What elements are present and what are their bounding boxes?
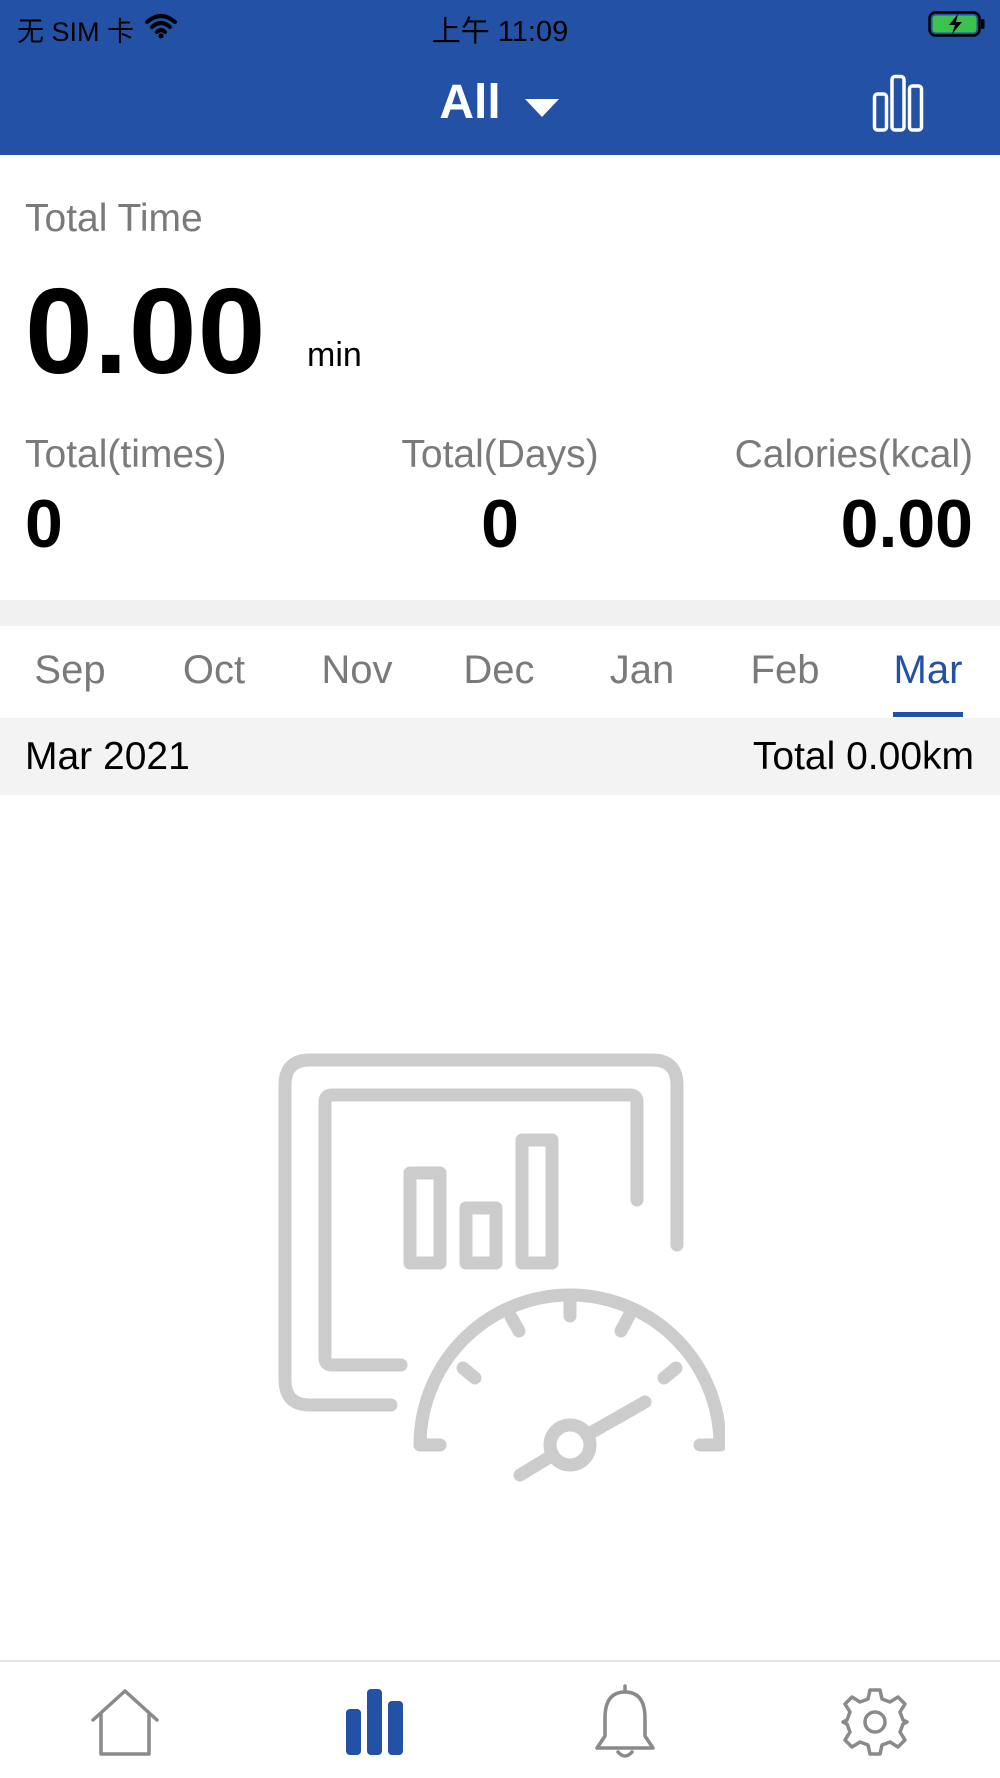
activity-filter-dropdown[interactable]: All	[0, 74, 1000, 131]
month-tabs: Sep Oct Nov Dec Jan Feb Mar	[0, 626, 1000, 718]
stat-calories: Calories(kcal) 0.00	[735, 433, 973, 563]
no-data-speedometer-chart-icon	[275, 1050, 727, 1495]
gear-icon	[841, 1688, 909, 1756]
month-tab-feb[interactable]: Feb	[730, 648, 840, 693]
bar-chart-icon	[346, 1689, 403, 1755]
status-bar: 无 SIM 卡 上午 11:09	[0, 0, 1000, 50]
month-tab-nov[interactable]: Nov	[302, 648, 412, 693]
stat-total-times: Total(times) 0	[25, 433, 227, 563]
period-label: Mar 2021	[25, 735, 190, 778]
total-time-unit: min	[307, 336, 362, 374]
caret-down-icon	[523, 76, 561, 131]
stat-label: Total(times)	[25, 433, 227, 476]
selected-month-indicator	[893, 712, 963, 717]
month-tab-jan[interactable]: Jan	[587, 648, 697, 693]
tab-settings[interactable]	[837, 1684, 913, 1760]
month-tab-oct[interactable]: Oct	[159, 648, 269, 693]
bell-icon	[595, 1684, 655, 1758]
status-time: 上午 11:09	[431, 16, 569, 48]
period-summary-bar: Mar 2021 Total 0.00km	[0, 718, 1000, 795]
bar-chart-icon	[872, 74, 924, 132]
stat-label: Calories(kcal)	[734, 433, 973, 476]
battery-charging-icon	[928, 11, 986, 42]
bottom-tab-bar	[0, 1660, 1000, 1778]
stat-total-days: Total(Days) 0	[395, 433, 605, 563]
summary-panel: Total Time 0.00 min Total(times) 0 Total…	[0, 155, 1000, 600]
total-time-value: 0.00	[25, 263, 267, 399]
stat-value: 0	[481, 486, 519, 562]
stat-value: 0.00	[840, 486, 973, 562]
month-tab-sep[interactable]: Sep	[15, 648, 125, 693]
month-tab-dec[interactable]: Dec	[444, 648, 554, 693]
home-icon	[91, 1689, 159, 1756]
filter-label: All	[439, 76, 501, 129]
tab-statistics[interactable]	[337, 1684, 413, 1760]
stat-label: Total(Days)	[401, 433, 599, 476]
chart-view-button[interactable]	[872, 74, 924, 132]
app-header: 无 SIM 卡 上午 11:09 All	[0, 0, 1000, 155]
tab-home[interactable]	[87, 1684, 163, 1760]
total-time-label: Total Time	[25, 197, 203, 240]
section-divider	[0, 600, 1000, 626]
month-tab-mar[interactable]: Mar	[873, 648, 983, 693]
stat-value: 0	[25, 486, 63, 562]
tab-notifications[interactable]	[587, 1684, 663, 1760]
period-total-distance: Total 0.00km	[752, 735, 974, 778]
